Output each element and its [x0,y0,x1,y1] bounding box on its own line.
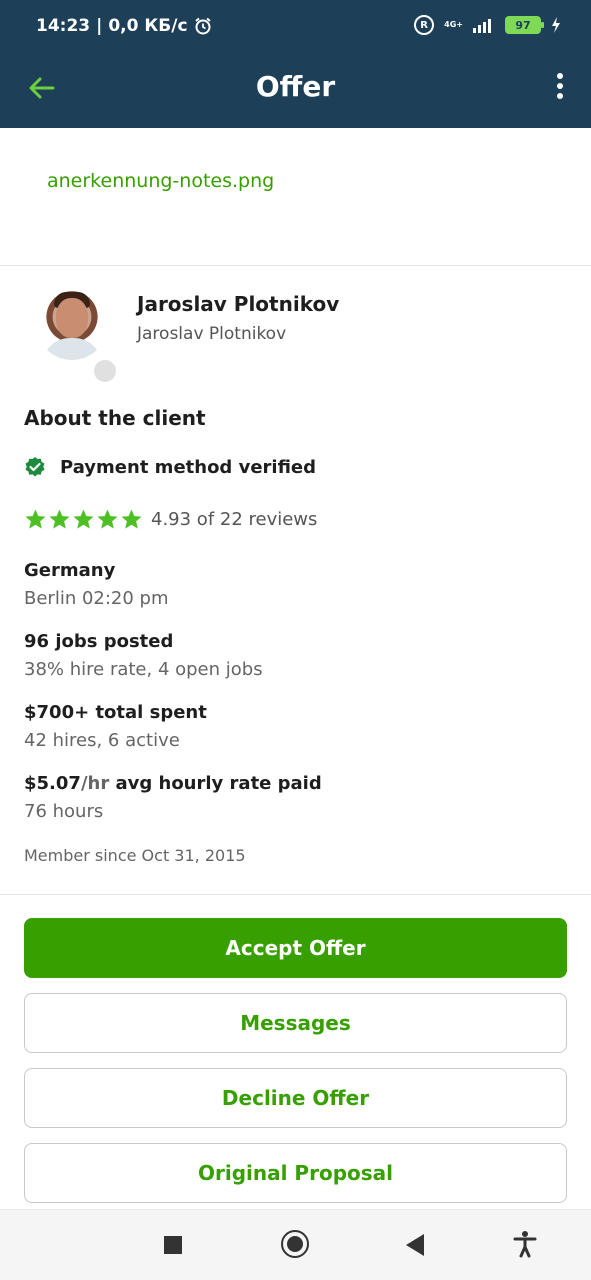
more-options-icon[interactable] [555,73,565,103]
hire-rate: 38% hire rate, 4 open jobs [24,659,263,680]
avatar [36,288,108,360]
battery-icon: 97 [505,16,544,34]
page-title: Offer [255,70,336,103]
attachment-section: anerkennung-notes.png [0,128,591,266]
status-separator: | [96,16,103,36]
app-bar: Offer [0,56,591,128]
star-icon [121,509,142,529]
rating-stars [24,508,143,531]
hires-info: 42 hires, 6 active [24,730,180,751]
star-icon [73,509,94,529]
registered-icon: R [414,15,435,35]
payment-verified-label: Payment method verified [60,456,317,478]
client-name: Jaroslav Plotnikov [137,292,340,316]
hours-worked: 76 hours [24,801,104,822]
original-proposal-button[interactable]: Original Proposal [24,1143,567,1203]
recent-apps-icon[interactable] [164,1236,182,1254]
star-icon [49,509,70,529]
online-status-dot [92,358,118,384]
network-label: 4G+ [444,20,463,29]
spent-block: $700+ total spent 42 hires, 6 active [24,702,207,751]
system-nav-bar [0,1209,591,1280]
client-subtitle: Jaroslav Plotnikov [137,324,287,344]
client-rating: 4.93 of 22 reviews [24,508,317,531]
accessibility-icon[interactable] [512,1230,538,1258]
payment-verified: Payment method verified [24,456,316,478]
status-speed: 0,0 КБ/с [108,16,188,36]
rating-text: 4.93 of 22 reviews [151,509,318,530]
alarm-icon [194,17,211,35]
star-icon [25,509,46,529]
total-spent: $700+ total spent [24,702,207,723]
about-client-title: About the client [24,406,206,430]
avg-hourly-rate: $5.07/hr avg hourly rate paid [24,773,322,794]
home-icon[interactable] [281,1230,309,1258]
rate-suffix: avg hourly rate paid [109,773,322,794]
verified-badge-icon [25,457,45,477]
star-icon [97,509,118,529]
client-section: Jaroslav Plotnikov Jaroslav Plotnikov Ab… [0,266,591,895]
rate-unit: /hr [80,773,110,794]
rate-amount: $5.07 [24,773,81,794]
attachment-link[interactable]: anerkennung-notes.png [47,170,274,192]
decline-offer-button[interactable]: Decline Offer [24,1068,567,1128]
status-time: 14:23 [36,16,91,36]
member-since: Member since Oct 31, 2015 [24,846,246,865]
charging-icon [552,17,560,33]
accept-offer-button[interactable]: Accept Offer [24,918,567,978]
status-left: 14:23 | 0,0 КБ/с [36,16,212,36]
network-indicator: 4G+ [444,21,463,29]
client-local-time: Berlin 02:20 pm [24,588,169,609]
jobs-block: 96 jobs posted 38% hire rate, 4 open job… [24,631,263,680]
signal-icon [473,19,491,33]
jobs-posted: 96 jobs posted [24,631,174,652]
client-country: Germany [24,560,116,581]
location-block: Germany Berlin 02:20 pm [24,560,169,609]
rate-block: $5.07/hr avg hourly rate paid 76 hours [24,773,322,822]
messages-button[interactable]: Messages [24,993,567,1053]
battery-level: 97 [515,18,531,32]
nav-back-icon[interactable] [406,1234,424,1256]
status-bar: 14:23 | 0,0 КБ/с R 4G+ 97 [0,0,591,56]
status-right: R 4G+ 97 [414,15,561,35]
